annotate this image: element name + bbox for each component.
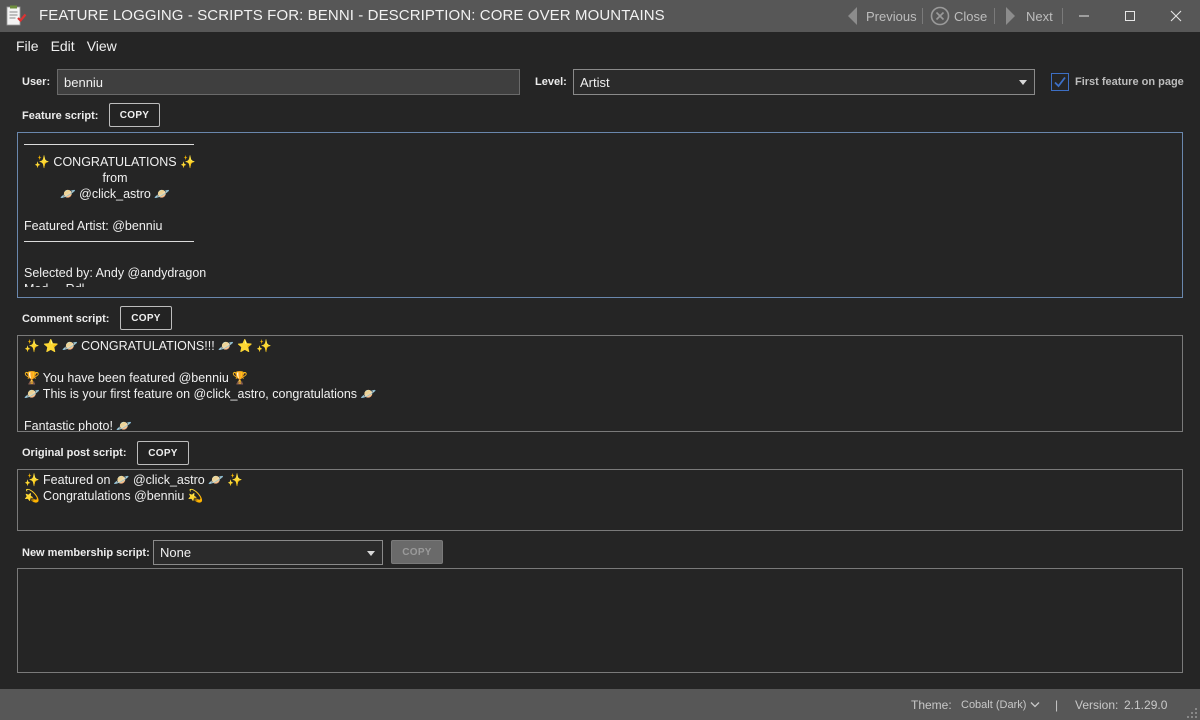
minimize-button[interactable]: [1061, 0, 1107, 32]
menu-edit[interactable]: Edit: [45, 32, 81, 60]
divider: [24, 144, 194, 145]
handle-line: 🪐 @click_astro 🪐: [60, 187, 170, 201]
comment-line: Fantastic photo! 🪐: [24, 419, 132, 432]
first-feature-label: First feature on page: [1075, 76, 1184, 88]
congrats-line: ✨ CONGRATULATIONS ✨: [34, 155, 196, 169]
minimize-icon: [1079, 15, 1089, 17]
close-circle-icon: [930, 6, 950, 26]
membership-script-text[interactable]: [17, 568, 1183, 673]
original-copy-button[interactable]: COPY: [137, 441, 189, 465]
version-value: 2.1.29.0: [1124, 698, 1168, 712]
membership-copy-button[interactable]: COPY: [391, 540, 443, 564]
maximize-button[interactable]: [1107, 0, 1153, 32]
user-label: User:: [22, 76, 51, 88]
chevron-down-icon[interactable]: [1030, 701, 1040, 709]
user-input[interactable]: benniu: [57, 69, 520, 95]
comment-line: 🪐 This is your first feature on @click_a…: [24, 387, 377, 401]
next-button[interactable]: Next: [1005, 0, 1053, 32]
status-separator: |: [1055, 698, 1059, 712]
membership-value: None: [160, 545, 192, 560]
window-title: FEATURE LOGGING - SCRIPTS FOR: BENNI - D…: [39, 7, 665, 24]
previous-label: Previous: [866, 8, 917, 24]
level-select[interactable]: Artist: [573, 69, 1035, 95]
membership-select[interactable]: None: [153, 540, 383, 565]
membership-label: New membership script:: [22, 547, 150, 559]
menu-bar: File Edit View: [0, 32, 123, 60]
maximize-icon: [1125, 11, 1135, 21]
title-bar: FEATURE LOGGING - SCRIPTS FOR: BENNI - D…: [0, 0, 1200, 32]
first-feature-checkbox[interactable]: [1051, 73, 1069, 91]
original-post-label: Original post script:: [22, 447, 127, 459]
feature-script-label: Feature script:: [22, 110, 99, 122]
clipped-line: Mod ... Rdl: [24, 281, 1176, 287]
level-value: Artist: [580, 74, 610, 90]
comment-copy-button[interactable]: COPY: [120, 306, 172, 330]
comment-line: [24, 354, 1176, 370]
featured-artist-line: Featured Artist: @benniu: [24, 219, 163, 233]
next-label: Next: [1026, 8, 1053, 24]
feature-copy-button[interactable]: COPY: [109, 103, 160, 127]
window-close-button[interactable]: [1153, 0, 1199, 32]
next-icon: [1006, 7, 1015, 25]
comment-line: 🏆 You have been featured @benniu 🏆: [24, 371, 248, 385]
menu-view[interactable]: View: [81, 32, 123, 60]
previous-button[interactable]: Previous: [846, 0, 917, 32]
divider: [24, 241, 194, 242]
theme-select[interactable]: Cobalt (Dark): [961, 699, 1026, 711]
menu-file[interactable]: File: [10, 32, 45, 60]
original-line: ✨ Featured on 🪐 @click_astro 🪐 ✨: [24, 473, 243, 487]
resize-grip-icon[interactable]: [1186, 707, 1198, 719]
version-label: Version:: [1075, 698, 1119, 712]
checkmark-icon: [1054, 76, 1066, 88]
comment-line: ✨ ⭐ 🪐 CONGRATULATIONS!!! 🪐 ⭐ ✨: [24, 339, 272, 353]
chevron-down-icon: [367, 551, 375, 556]
comment-script-label: Comment script:: [22, 313, 110, 325]
app-icon: [6, 5, 27, 26]
original-line: 💫 Congratulations @benniu 💫: [24, 489, 204, 503]
chevron-down-icon: [1019, 80, 1027, 85]
status-bar: Theme: Cobalt (Dark) | Version: 2.1.29.0: [0, 689, 1200, 720]
previous-icon: [848, 7, 857, 25]
level-label: Level:: [535, 76, 567, 88]
original-post-text[interactable]: ✨ Featured on 🪐 @click_astro 🪐 ✨ 💫 Congr…: [17, 469, 1183, 531]
from-line: from: [102, 171, 128, 185]
close-icon: [1170, 10, 1182, 22]
comment-script-text[interactable]: ✨ ⭐ 🪐 CONGRATULATIONS!!! 🪐 ⭐ ✨ 🏆 You hav…: [17, 335, 1183, 432]
selected-by-line: Selected by: Andy @andydragon: [24, 266, 207, 280]
close-nav-button[interactable]: Close: [930, 0, 987, 32]
comment-line: [24, 402, 1176, 418]
divider: [922, 8, 923, 24]
divider: [994, 8, 995, 24]
user-value: benniu: [64, 74, 104, 90]
theme-label: Theme:: [911, 698, 952, 712]
close-label: Close: [954, 8, 988, 24]
feature-script-text[interactable]: ✨ CONGRATULATIONS ✨ from 🪐 @click_astro …: [17, 132, 1183, 298]
